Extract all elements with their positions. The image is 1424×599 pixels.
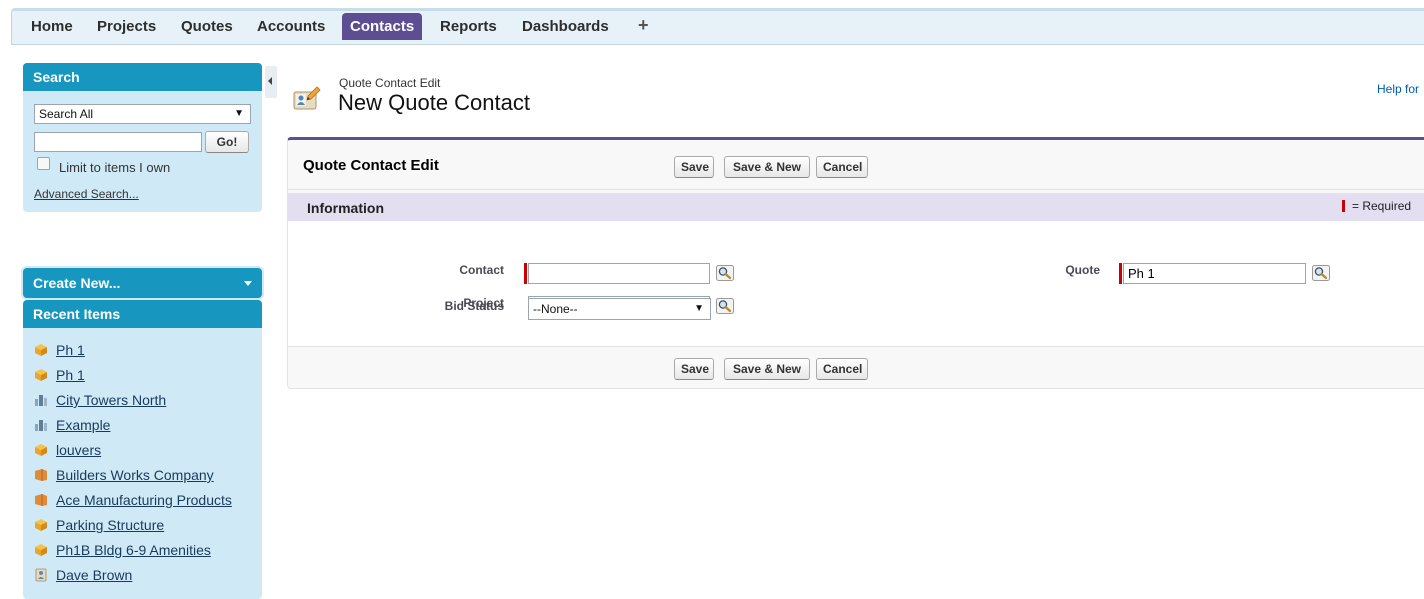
contact-icon bbox=[35, 568, 47, 582]
quote-input[interactable] bbox=[1123, 263, 1306, 284]
save-and-new-button-bottom[interactable]: Save & New bbox=[724, 358, 810, 380]
recent-item[interactable]: Example bbox=[34, 416, 110, 434]
limit-to-own-checkbox[interactable] bbox=[37, 157, 50, 170]
chevron-left-icon bbox=[268, 77, 272, 85]
tab-dashboards[interactable]: Dashboards bbox=[522, 13, 609, 40]
contact-input[interactable] bbox=[528, 263, 710, 284]
cancel-button-bottom[interactable]: Cancel bbox=[816, 358, 868, 380]
search-panel-title: Search bbox=[23, 63, 262, 91]
save-button-bottom[interactable]: Save bbox=[674, 358, 714, 380]
quote-label: Quote bbox=[1065, 263, 1100, 277]
page-title: New Quote Contact bbox=[338, 90, 530, 115]
quote-icon bbox=[35, 369, 47, 381]
quote-contact-icon bbox=[293, 86, 321, 110]
search-input[interactable] bbox=[34, 132, 202, 152]
section-title: Information bbox=[307, 200, 384, 216]
create-new-label: Create New... bbox=[33, 275, 121, 291]
recent-item-label: Example bbox=[56, 417, 111, 433]
search-scope-select[interactable]: Search All ▼ bbox=[34, 104, 251, 124]
recent-item[interactable]: Parking Structure bbox=[34, 516, 164, 534]
tab-home[interactable]: Home bbox=[31, 13, 73, 40]
project-icon bbox=[35, 395, 47, 406]
recent-item[interactable]: Ace Manufacturing Products bbox=[34, 491, 232, 509]
recent-item-label: Ph 1 bbox=[56, 367, 85, 383]
quote-icon bbox=[35, 544, 47, 556]
save-and-new-button[interactable]: Save & New bbox=[724, 156, 810, 178]
quote-icon bbox=[35, 519, 47, 531]
lookup-icon[interactable] bbox=[716, 298, 736, 314]
bid-status-value: --None-- bbox=[533, 302, 578, 316]
account-icon bbox=[35, 494, 47, 506]
recent-item-label: Parking Structure bbox=[56, 517, 165, 533]
lookup-icon[interactable] bbox=[1312, 265, 1332, 281]
required-marker bbox=[1342, 200, 1345, 212]
advanced-search-link[interactable]: Advanced Search... bbox=[34, 187, 139, 201]
recent-item[interactable]: Dave Brown bbox=[34, 566, 132, 584]
quote-icon bbox=[35, 444, 47, 456]
recent-item-label: Ph1B Bldg 6-9 Amenities bbox=[56, 542, 211, 558]
bid-status-select[interactable]: --None-- ▼ bbox=[528, 298, 711, 320]
tab-projects[interactable]: Projects bbox=[97, 13, 156, 40]
recent-item-label: louvers bbox=[56, 442, 102, 458]
panel-divider bbox=[288, 189, 1424, 190]
account-icon bbox=[35, 469, 47, 481]
recent-item-label: Ace Manufacturing Products bbox=[56, 492, 232, 508]
chevron-down-icon bbox=[244, 281, 252, 286]
recent-item[interactable]: Ph 1 bbox=[34, 341, 85, 359]
required-marker bbox=[524, 263, 527, 284]
recent-item-label: Builders Works Company bbox=[56, 467, 214, 483]
contact-label: Contact bbox=[459, 263, 504, 277]
recent-item[interactable]: louvers bbox=[34, 441, 101, 459]
sidebar-collapse-handle[interactable] bbox=[265, 66, 277, 98]
breadcrumb: Quote Contact Edit bbox=[339, 76, 441, 90]
required-legend: = Required bbox=[1352, 199, 1412, 213]
tab-contacts[interactable]: Contacts bbox=[342, 13, 423, 40]
section-header bbox=[288, 193, 1424, 221]
cancel-button[interactable]: Cancel bbox=[816, 156, 868, 178]
panel-divider bbox=[288, 346, 1424, 347]
recent-item[interactable]: Ph1B Bldg 6-9 Amenities bbox=[34, 541, 211, 559]
panel-title: Quote Contact Edit bbox=[303, 157, 439, 174]
recent-item[interactable]: Ph 1 bbox=[34, 366, 85, 384]
add-tab-button[interactable]: + bbox=[638, 12, 649, 39]
help-link[interactable]: Help for bbox=[1377, 82, 1419, 96]
limit-to-own-label: Limit to items I own bbox=[59, 160, 171, 175]
recent-item[interactable]: Builders Works Company bbox=[34, 466, 214, 484]
search-go-button[interactable]: Go! bbox=[205, 131, 249, 153]
create-new-button[interactable]: Create New... bbox=[23, 268, 262, 298]
dropdown-arrow-icon: ▼ bbox=[694, 303, 704, 314]
search-scope-value: Search All bbox=[39, 107, 94, 121]
recent-items-title: Recent Items bbox=[23, 300, 262, 328]
tab-accounts[interactable]: Accounts bbox=[257, 13, 325, 40]
quote-icon bbox=[35, 344, 47, 356]
tab-reports[interactable]: Reports bbox=[440, 13, 497, 40]
lookup-icon[interactable] bbox=[716, 265, 736, 281]
recent-item[interactable]: City Towers North bbox=[34, 391, 166, 409]
required-marker bbox=[1119, 263, 1122, 284]
recent-item-label: City Towers North bbox=[56, 392, 167, 408]
recent-item-label: Ph 1 bbox=[56, 342, 85, 358]
project-icon bbox=[35, 420, 47, 431]
recent-item-label: Dave Brown bbox=[56, 567, 133, 583]
save-button[interactable]: Save bbox=[674, 156, 714, 178]
tab-quotes[interactable]: Quotes bbox=[181, 13, 233, 40]
dropdown-arrow-icon: ▼ bbox=[234, 108, 244, 119]
bid-status-label: Bid Status bbox=[444, 299, 504, 313]
